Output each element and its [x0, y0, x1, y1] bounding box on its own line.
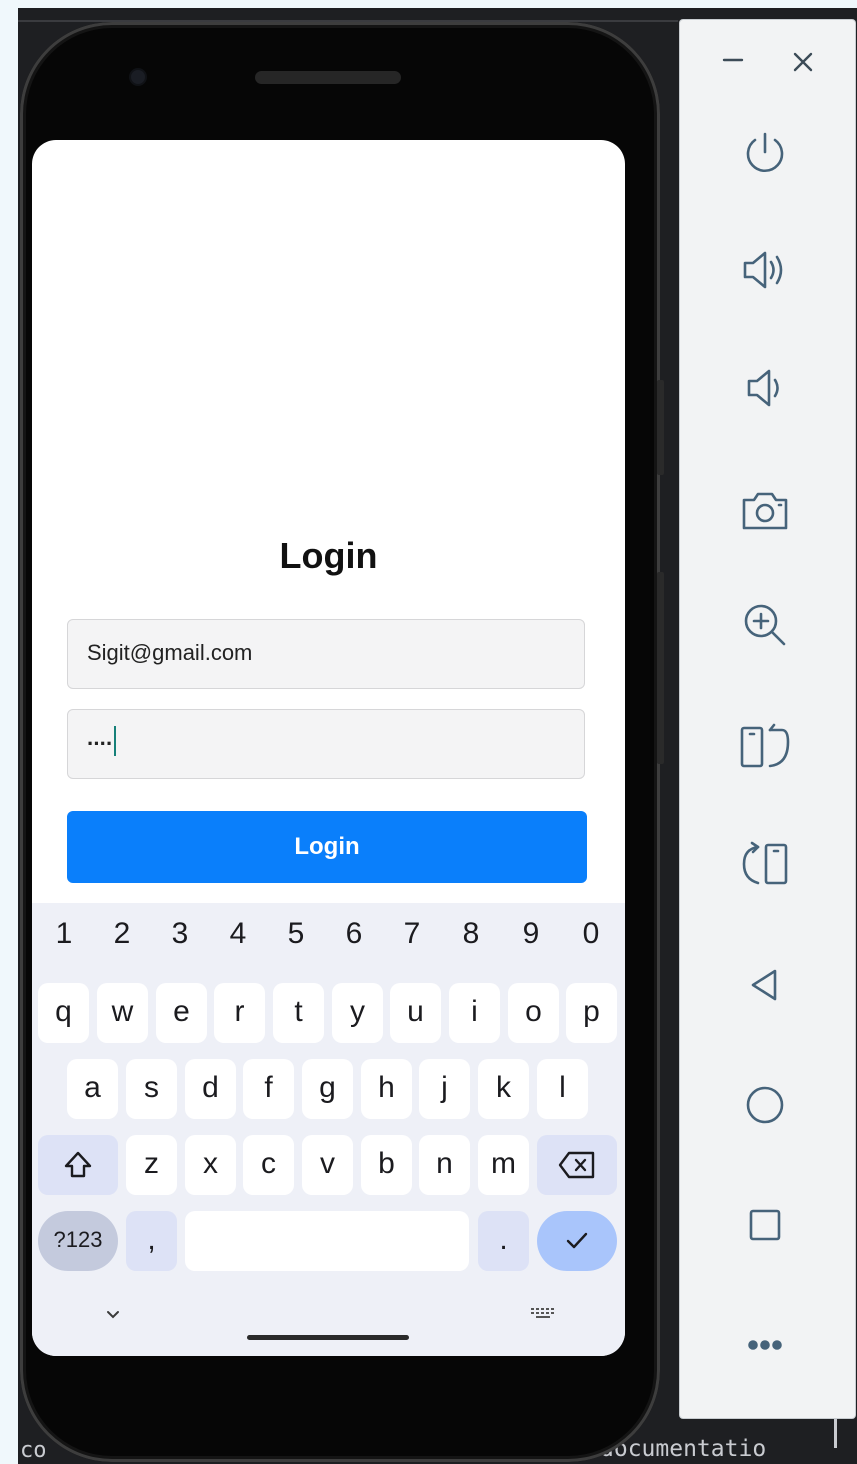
key-n[interactable]: n	[419, 1135, 470, 1195]
earpiece-speaker	[255, 71, 401, 84]
more-icon	[748, 1340, 782, 1350]
phone-side-button[interactable]	[657, 572, 664, 764]
phone-side-button[interactable]	[657, 380, 664, 475]
comma-key[interactable]: ,	[126, 1211, 177, 1271]
backspace-key[interactable]	[537, 1135, 617, 1195]
back-button[interactable]	[725, 945, 805, 1025]
chevron-down-icon[interactable]	[100, 1301, 126, 1327]
key-8[interactable]: 8	[442, 917, 500, 951]
key-r[interactable]: r	[214, 983, 265, 1043]
key-v[interactable]: v	[302, 1135, 353, 1195]
phone-screen: Login Sigit@gmail.com ···· Login 1 2 3 4…	[32, 140, 625, 1356]
key-7[interactable]: 7	[383, 917, 441, 951]
screenshot-button[interactable]	[725, 470, 805, 550]
rotate-right-button[interactable]	[725, 825, 805, 905]
text-caret	[114, 726, 117, 756]
key-k[interactable]: k	[478, 1059, 529, 1119]
key-o[interactable]: o	[508, 983, 559, 1043]
email-field[interactable]: Sigit@gmail.com	[67, 619, 585, 689]
keyboard-switch-icon[interactable]	[530, 1307, 556, 1321]
volume-up-button[interactable]	[725, 230, 805, 310]
key-1[interactable]: 1	[35, 917, 93, 951]
enter-key[interactable]	[537, 1211, 617, 1271]
background-divider	[834, 1418, 837, 1448]
overview-button[interactable]	[725, 1185, 805, 1265]
key-l[interactable]: l	[537, 1059, 588, 1119]
key-x[interactable]: x	[185, 1135, 236, 1195]
rotate-left-button[interactable]	[725, 708, 805, 788]
key-b[interactable]: b	[361, 1135, 412, 1195]
soft-keyboard: 1 2 3 4 5 6 7 8 9 0 q w e r t y u i o p …	[32, 903, 625, 1356]
key-0[interactable]: 0	[562, 917, 620, 951]
volume-down-icon	[747, 369, 779, 407]
key-y[interactable]: y	[332, 983, 383, 1043]
more-button[interactable]	[725, 1305, 805, 1385]
power-button[interactable]	[725, 112, 805, 192]
key-2[interactable]: 2	[93, 917, 151, 951]
rotate-left-icon	[740, 723, 790, 768]
key-6[interactable]: 6	[325, 917, 383, 951]
key-f[interactable]: f	[243, 1059, 294, 1119]
password-value: ····	[87, 726, 117, 760]
key-4[interactable]: 4	[209, 917, 267, 951]
shift-icon	[64, 1151, 92, 1178]
volume-up-icon	[743, 251, 783, 289]
page-title: Login	[279, 535, 378, 576]
camera-icon	[742, 492, 788, 530]
close-icon[interactable]	[790, 46, 816, 76]
key-g[interactable]: g	[302, 1059, 353, 1119]
key-e[interactable]: e	[156, 983, 207, 1043]
key-t[interactable]: t	[273, 983, 324, 1043]
background-code-text: co	[20, 1438, 47, 1463]
key-q[interactable]: q	[38, 983, 89, 1043]
zoom-button[interactable]	[725, 585, 805, 665]
key-i[interactable]: i	[449, 983, 500, 1043]
shift-key[interactable]	[38, 1135, 118, 1195]
overview-icon	[749, 1209, 781, 1241]
check-icon	[566, 1232, 588, 1249]
password-mask: ····	[87, 730, 113, 756]
volume-down-button[interactable]	[725, 348, 805, 428]
period-key[interactable]: .	[478, 1211, 529, 1271]
home-button[interactable]	[725, 1065, 805, 1145]
key-d[interactable]: d	[185, 1059, 236, 1119]
key-u[interactable]: u	[390, 983, 441, 1043]
gesture-home-bar[interactable]	[247, 1335, 409, 1340]
email-value: Sigit@gmail.com	[87, 640, 253, 665]
front-camera	[131, 70, 145, 84]
key-3[interactable]: 3	[151, 917, 209, 951]
password-field[interactable]: ····	[67, 709, 585, 779]
key-c[interactable]: c	[243, 1135, 294, 1195]
space-key[interactable]	[185, 1211, 469, 1271]
home-icon	[746, 1086, 784, 1124]
login-button[interactable]: Login	[67, 811, 587, 883]
minimize-icon[interactable]	[720, 44, 746, 74]
back-icon	[751, 969, 777, 1001]
key-p[interactable]: p	[566, 983, 617, 1043]
symbols-key[interactable]: ?123	[38, 1211, 118, 1271]
rotate-right-icon	[742, 841, 788, 885]
key-j[interactable]: j	[419, 1059, 470, 1119]
zoom-in-icon	[744, 604, 786, 646]
key-w[interactable]: w	[97, 983, 148, 1043]
key-5[interactable]: 5	[267, 917, 325, 951]
key-9[interactable]: 9	[502, 917, 560, 951]
key-z[interactable]: z	[126, 1135, 177, 1195]
backspace-icon	[558, 1151, 595, 1179]
key-h[interactable]: h	[361, 1059, 412, 1119]
key-s[interactable]: s	[126, 1059, 177, 1119]
power-icon	[746, 132, 784, 172]
key-m[interactable]: m	[478, 1135, 529, 1195]
key-a[interactable]: a	[67, 1059, 118, 1119]
